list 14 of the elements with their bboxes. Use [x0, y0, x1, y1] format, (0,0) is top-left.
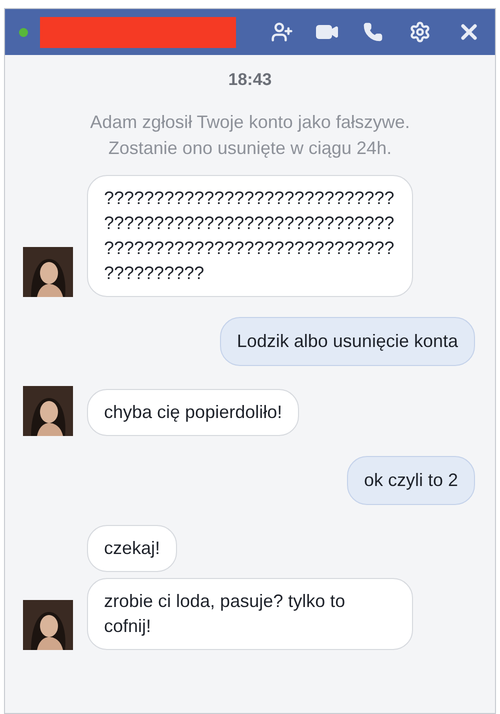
- received-message: czekaj!: [87, 524, 178, 572]
- phone-icon[interactable]: [363, 22, 383, 42]
- received-message: chyba cię popierdoliło!: [87, 388, 300, 436]
- add-person-icon[interactable]: [271, 21, 293, 43]
- received-message: zrobie ci loda, pasuje? tylko to cofnij!: [87, 578, 413, 650]
- settings-icon[interactable]: [409, 21, 431, 43]
- sent-message: Lodzik albo usunięcie konta: [220, 316, 475, 366]
- sent-message: ok czyli to 2: [346, 456, 475, 504]
- received-message: ?????????????????????????????????????????????????????????????????????????????????????????????????: [87, 174, 413, 296]
- timestamp: 18:43: [227, 69, 273, 91]
- system-notice: Adam zgłosił Twoje konto jako fałszywe. Zostanie ono usunięte w ciągu 24h.: [89, 110, 411, 160]
- avatar: [23, 246, 73, 296]
- avatar: [23, 600, 73, 650]
- avatar: [23, 386, 73, 436]
